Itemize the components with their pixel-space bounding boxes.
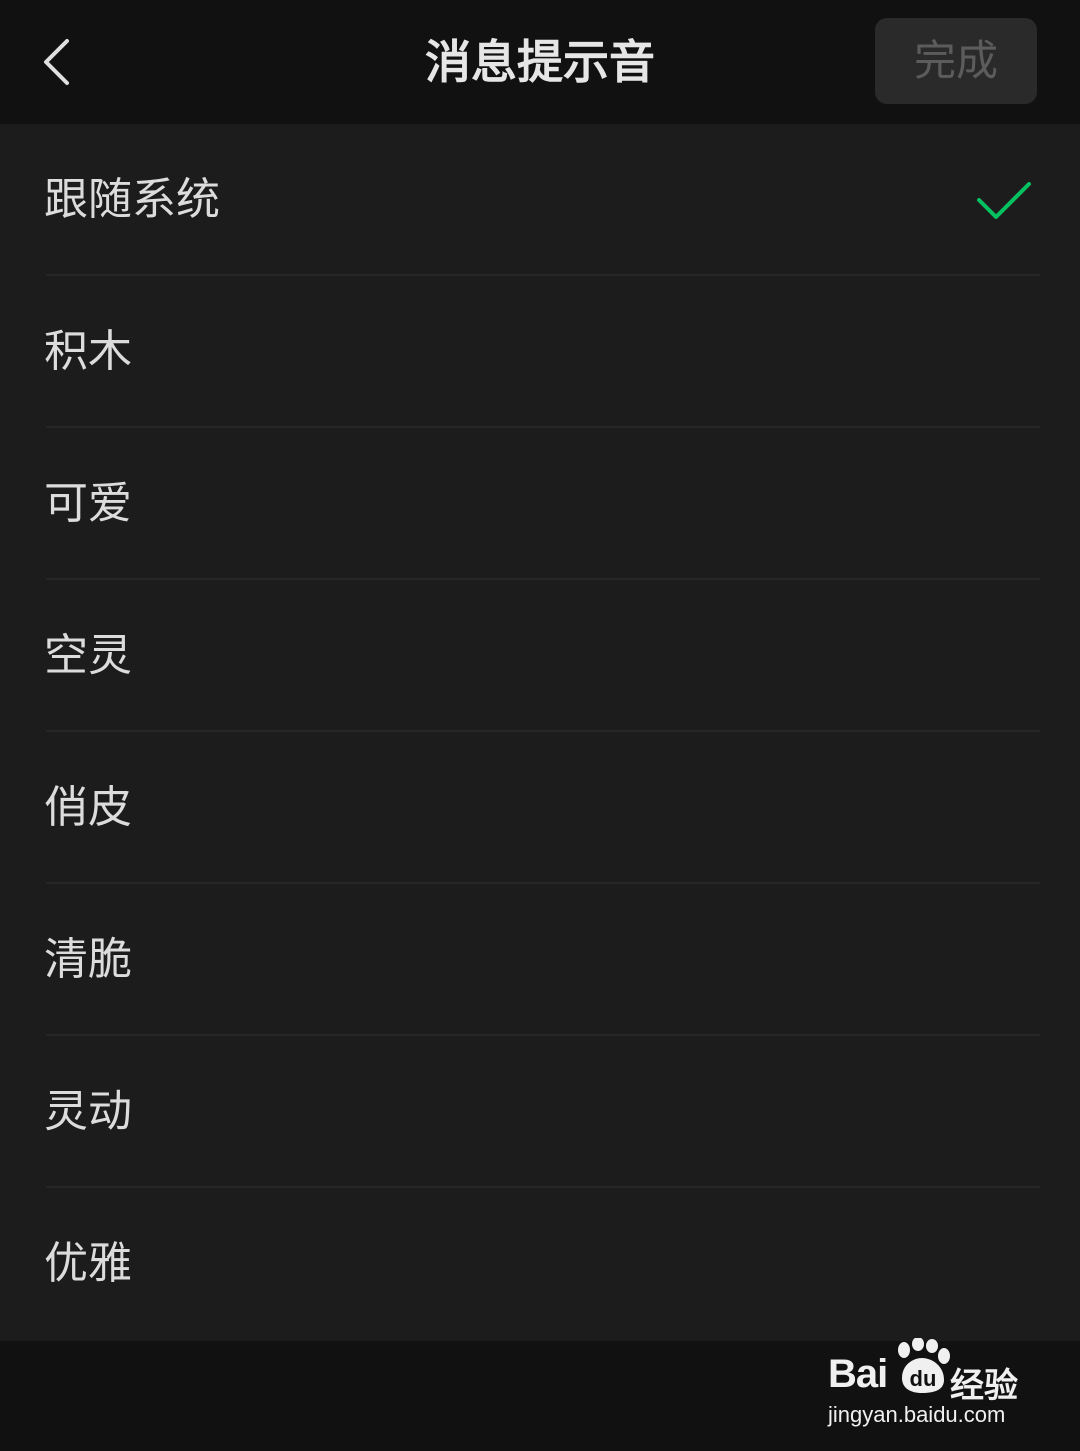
list-item-lively[interactable]: 灵动 (0, 1036, 1080, 1188)
done-button[interactable]: 完成 (875, 18, 1037, 104)
watermark-url: jingyan.baidu.com (828, 1402, 1006, 1427)
navigation-bar: 消息提示音 完成 (0, 0, 1080, 124)
list-item-playful[interactable]: 俏皮 (0, 732, 1080, 884)
tone-list: 跟随系统 积木 可爱 空灵 俏皮 清脆 灵动 优雅 (0, 124, 1080, 1341)
baidu-jingyan-watermark: Bai du 经验 jingyan.baidu.com (826, 1334, 1036, 1434)
watermark-suffix: 经验 (950, 1366, 1018, 1406)
watermark-brand: Bai (828, 1352, 888, 1396)
list-item-follow-system[interactable]: 跟随系统 (0, 124, 1080, 276)
list-item-ethereal[interactable]: 空灵 (0, 580, 1080, 732)
list-item-elegant[interactable]: 优雅 (0, 1188, 1080, 1340)
list-item-label: 清脆 (44, 934, 132, 985)
list-item-label: 灵动 (44, 1086, 132, 1137)
back-button[interactable] (26, 28, 86, 96)
list-item-label: 俏皮 (44, 782, 132, 833)
list-item-label: 积木 (44, 326, 132, 377)
checkmark-icon (977, 182, 1031, 219)
chevron-left-icon (44, 39, 69, 85)
list-item-crisp[interactable]: 清脆 (0, 884, 1080, 1036)
list-item-label: 优雅 (44, 1238, 132, 1289)
list-item-label: 跟随系统 (44, 174, 220, 225)
paw-label: du (910, 1366, 937, 1391)
paw-icon: du (898, 1338, 950, 1393)
list-item-blocks[interactable]: 积木 (0, 276, 1080, 428)
list-item-label: 空灵 (44, 630, 132, 681)
list-item-label: 可爱 (44, 478, 132, 529)
list-item-cute[interactable]: 可爱 (0, 428, 1080, 580)
